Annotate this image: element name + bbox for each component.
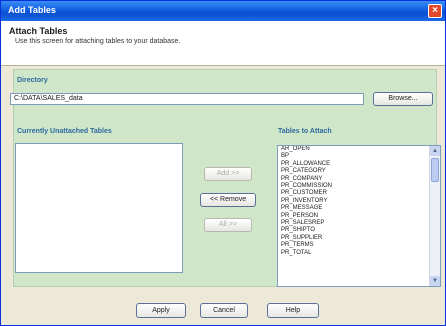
table-list-item[interactable]: PR_COMPANY [278, 176, 440, 183]
table-list-item[interactable]: PR_INVENTORY [278, 198, 440, 205]
directory-input[interactable]: C:\DATA\SALES_data [10, 93, 364, 105]
table-list-item[interactable]: PR_ALLOWANCE [278, 161, 440, 168]
table-list-item[interactable]: PR_SUPPLIER [278, 235, 440, 242]
table-list-item[interactable]: PR_CUSTOMER [278, 190, 440, 197]
table-list-item[interactable]: PR_PERSON [278, 213, 440, 220]
help-button[interactable]: Help [267, 303, 319, 318]
scroll-thumb[interactable] [431, 158, 439, 182]
scroll-down-icon[interactable]: ▼ [430, 276, 440, 286]
scroll-up-icon[interactable]: ▲ [430, 146, 440, 156]
window-title: Add Tables [8, 5, 56, 15]
add-tables-window: Add Tables × Attach Tables Use this scre… [0, 0, 446, 326]
browse-button[interactable]: Browse... [373, 92, 433, 106]
list-scrollbar[interactable]: ▲ ▼ [429, 146, 440, 286]
table-list-item[interactable]: PR_TOTAL [278, 250, 440, 257]
apply-button[interactable]: Apply [136, 303, 186, 318]
directory-label: Directory [17, 77, 48, 84]
table-list-item[interactable]: PR_COMMISSION [278, 183, 440, 190]
table-list-item[interactable]: PR_SHIPTO [278, 227, 440, 234]
remove-button[interactable]: << Remove [200, 193, 256, 207]
unattached-tables-label: Currently Unattached Tables [17, 128, 112, 135]
add-all-button[interactable]: All >> [204, 218, 252, 232]
tables-to-attach-list[interactable]: AR_OPEN BP PR_ALLOWANCE PR_CATEGORY PR_COMPA… [277, 145, 441, 287]
table-list-item[interactable]: AR_OPEN [278, 146, 440, 153]
unattached-tables-list[interactable] [15, 143, 183, 273]
page-title: Attach Tables [9, 26, 68, 36]
table-list-item[interactable]: PR_CATEGORY [278, 168, 440, 175]
page-subtitle: Use this screen for attaching tables to … [15, 38, 181, 45]
table-list-item[interactable]: PR_MESSAGE [278, 205, 440, 212]
header: Attach Tables Use this screen for attach… [1, 21, 445, 66]
close-button[interactable]: × [428, 4, 442, 18]
cancel-button[interactable]: Cancel [200, 303, 248, 318]
table-list-item[interactable]: BP [278, 153, 440, 160]
add-button[interactable]: Add >> [204, 167, 252, 181]
title-bar[interactable]: Add Tables × [1, 1, 445, 21]
table-list-item[interactable]: PR_TERMS [278, 242, 440, 249]
tables-to-attach-label: Tables to Attach [278, 128, 332, 135]
table-list-item[interactable]: PR_SALESREP [278, 220, 440, 227]
